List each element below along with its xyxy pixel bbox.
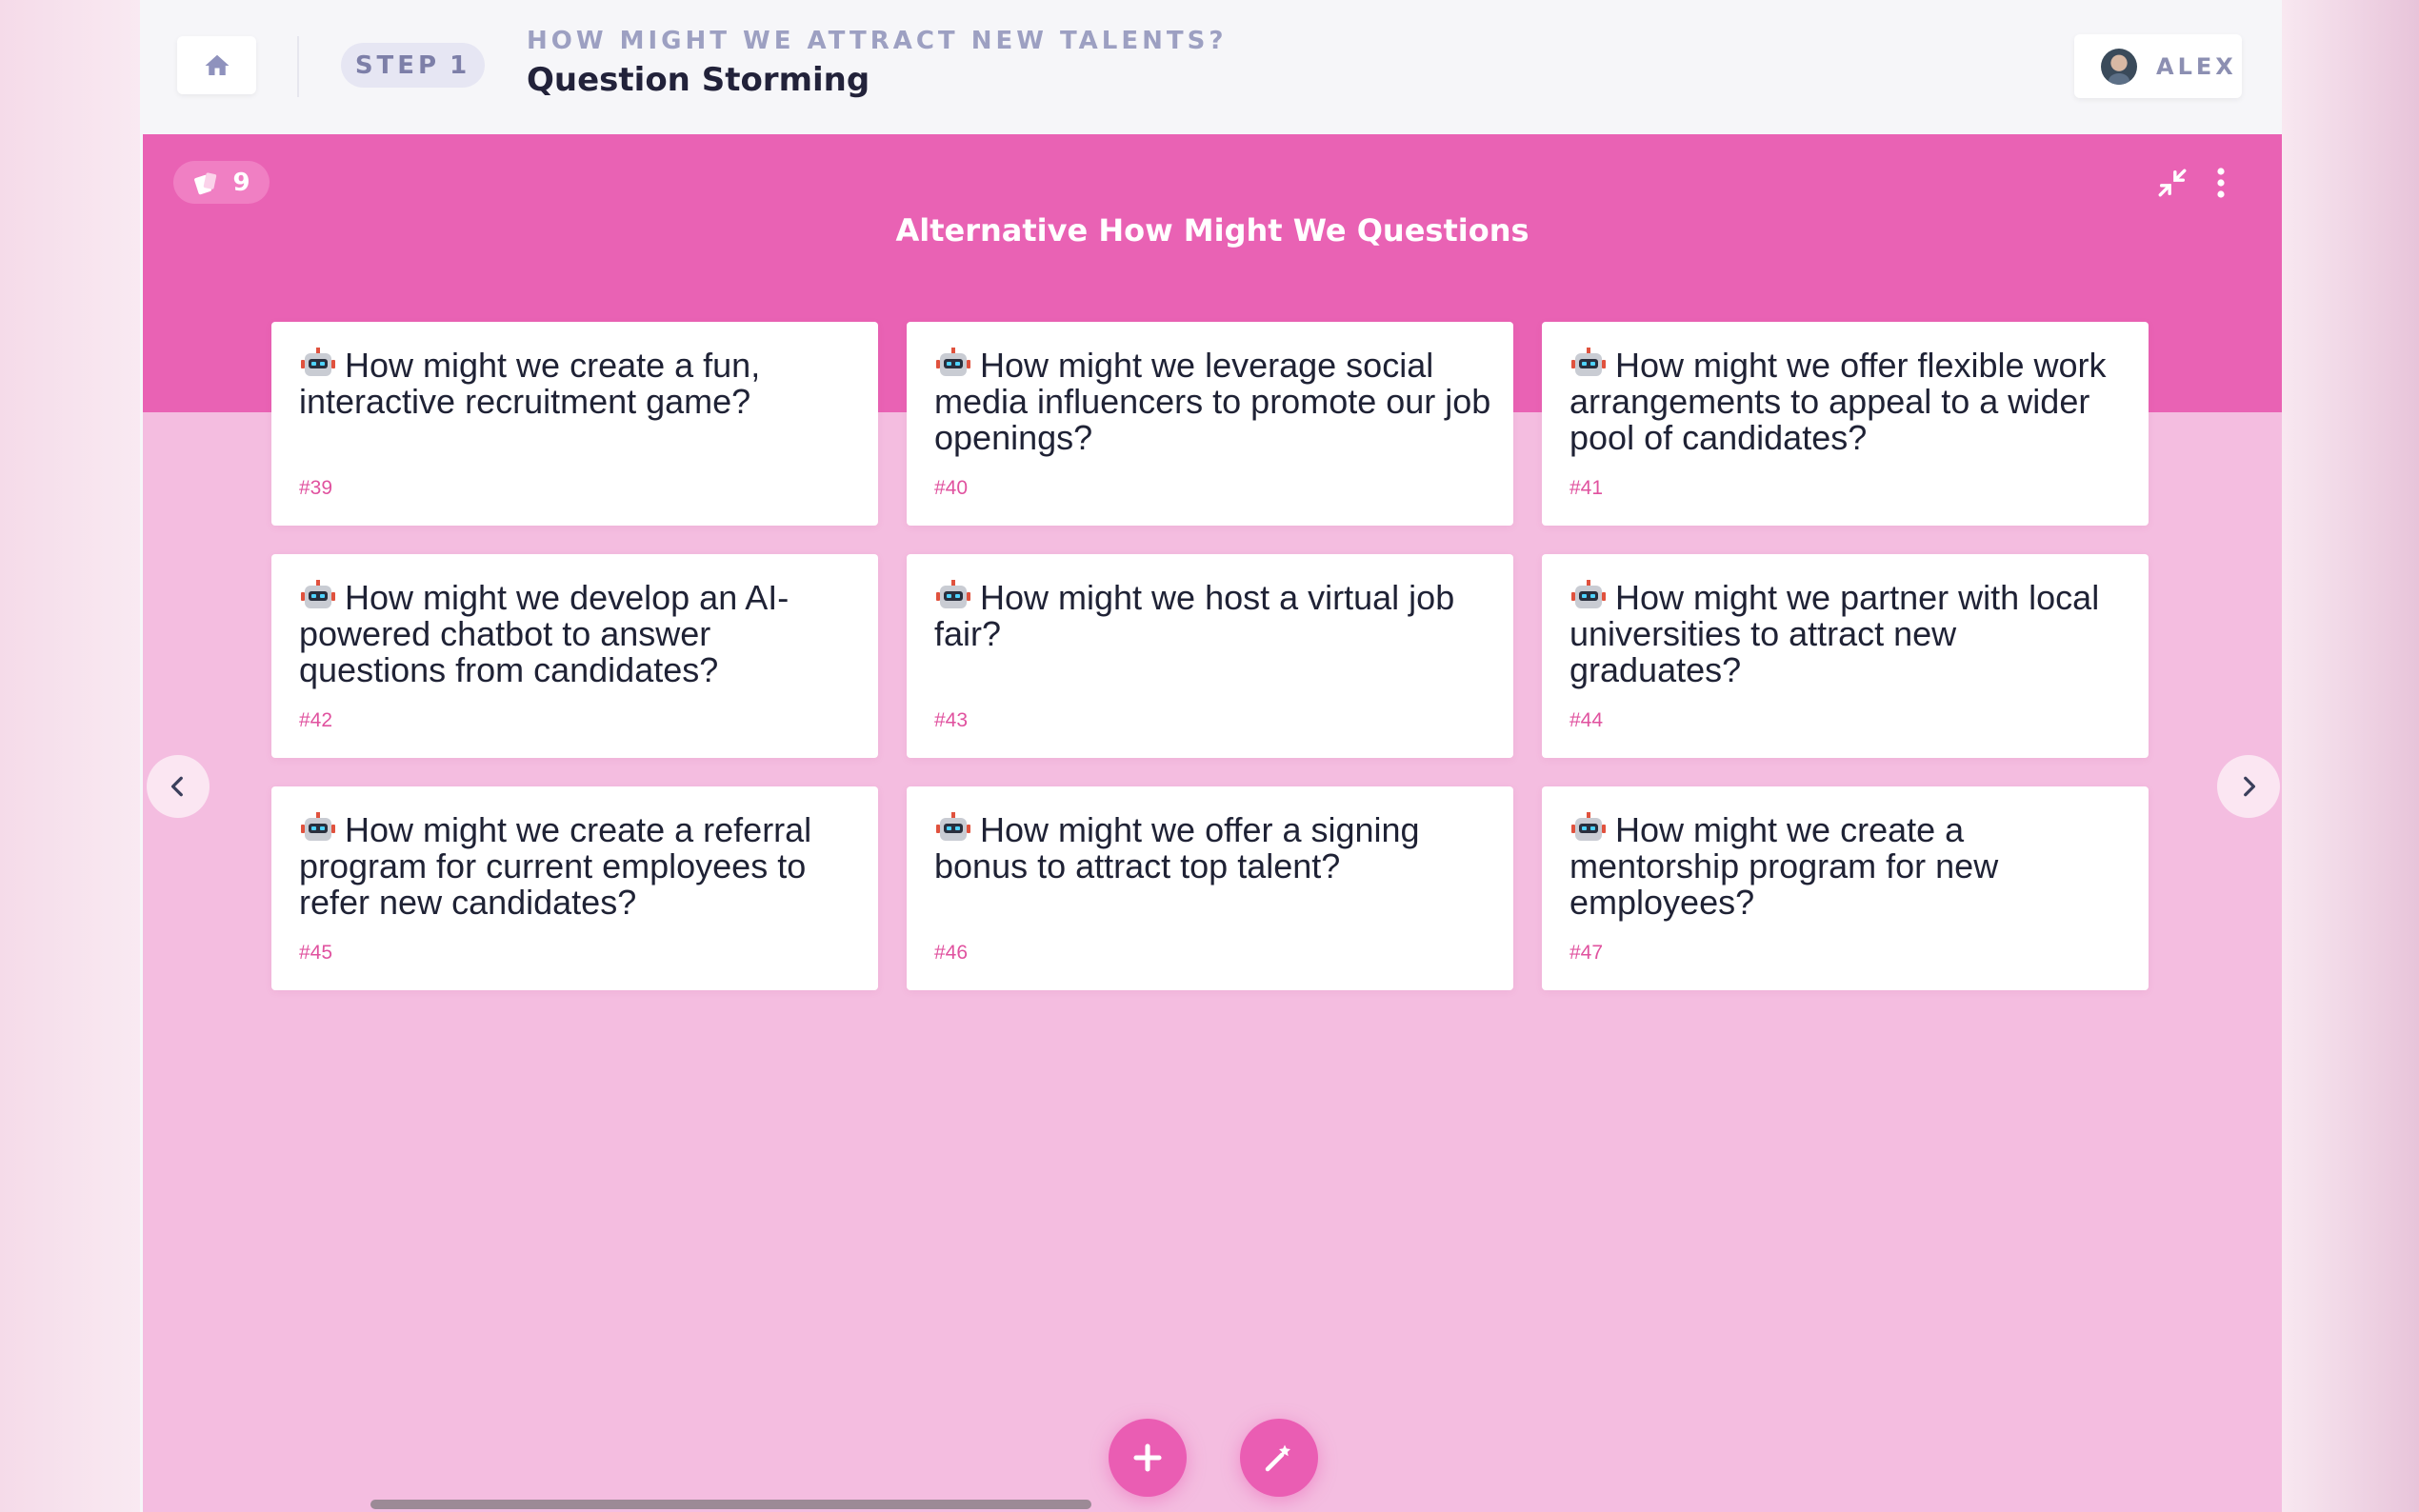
chevron-left-icon bbox=[170, 776, 183, 797]
card-number: #43 bbox=[934, 709, 969, 731]
card-number: #45 bbox=[299, 942, 333, 964]
idea-card[interactable]: How might we partner with local universi… bbox=[1542, 554, 2149, 758]
idea-card[interactable]: How might we leverage social media influ… bbox=[907, 322, 1513, 526]
card-number: #41 bbox=[1569, 477, 1604, 499]
next-page-button[interactable] bbox=[2217, 755, 2280, 818]
header: STEP 1 HOW MIGHT WE ATTRACT NEW TALENTS?… bbox=[140, 0, 2282, 134]
user-menu-button[interactable]: ALEX bbox=[2074, 34, 2242, 98]
robot-icon bbox=[936, 812, 970, 841]
card-text: How might we offer flexible work arrange… bbox=[1569, 346, 2107, 457]
previous-page-button[interactable] bbox=[147, 755, 210, 818]
step-badge: STEP 1 bbox=[341, 43, 485, 88]
collapse-icon[interactable] bbox=[2156, 167, 2189, 199]
card-text: How might we partner with local universi… bbox=[1569, 578, 2100, 689]
avatar bbox=[2101, 48, 2137, 85]
board-title: Alternative How Might We Questions bbox=[895, 212, 1529, 249]
card-number: #44 bbox=[1569, 709, 1604, 731]
more-vertical-icon[interactable] bbox=[2211, 165, 2230, 201]
card-text: How might we create a referral program f… bbox=[299, 810, 812, 922]
step-label: STEP bbox=[354, 50, 441, 80]
idea-card[interactable]: How might we create a mentorship program… bbox=[1542, 786, 2149, 990]
robot-icon bbox=[301, 580, 335, 608]
app-window: STEP 1 HOW MIGHT WE ATTRACT NEW TALENTS?… bbox=[140, 0, 2282, 1512]
robot-icon bbox=[301, 812, 335, 841]
plus-icon bbox=[1133, 1443, 1162, 1472]
challenge-subtitle: HOW MIGHT WE ATTRACT NEW TALENTS? bbox=[527, 27, 1228, 55]
idea-card[interactable]: How might we develop an AI-powered chatb… bbox=[271, 554, 878, 758]
card-text: How might we create a mentorship program… bbox=[1569, 810, 1999, 922]
idea-card[interactable]: How might we offer flexible work arrange… bbox=[1542, 322, 2149, 526]
home-button[interactable] bbox=[177, 36, 256, 94]
magic-wand-icon bbox=[1265, 1444, 1290, 1472]
user-name: ALEX bbox=[2156, 52, 2237, 80]
ai-generate-button[interactable] bbox=[1240, 1419, 1318, 1497]
step-number: 1 bbox=[450, 50, 471, 80]
robot-icon bbox=[301, 348, 335, 376]
card-number: #42 bbox=[299, 709, 333, 731]
chevron-right-icon bbox=[2244, 776, 2256, 797]
card-number: #46 bbox=[934, 942, 969, 964]
card-text: How might we leverage social media influ… bbox=[934, 346, 1491, 457]
home-icon bbox=[205, 54, 229, 75]
card-number: #40 bbox=[934, 477, 969, 499]
card-count-badge[interactable]: 9 bbox=[173, 161, 270, 204]
horizontal-scrollbar[interactable] bbox=[370, 1500, 1091, 1509]
cards-icon bbox=[194, 172, 217, 194]
card-text: How might we host a virtual job fair? bbox=[934, 578, 1455, 653]
board: 9 Alternative How Might We Questions How… bbox=[143, 134, 2282, 1512]
header-divider bbox=[297, 36, 299, 97]
card-number: #47 bbox=[1569, 942, 1604, 964]
idea-card[interactable]: How might we offer a signing bonus to at… bbox=[907, 786, 1513, 990]
card-number: #39 bbox=[299, 477, 333, 499]
robot-icon bbox=[1571, 580, 1606, 608]
card-count: 9 bbox=[232, 168, 250, 197]
card-text: How might we create a fun, interactive r… bbox=[299, 346, 761, 421]
idea-card[interactable]: How might we host a virtual job fair? #4… bbox=[907, 554, 1513, 758]
card-text: How might we develop an AI-powered chatb… bbox=[299, 578, 790, 689]
robot-icon bbox=[936, 348, 970, 376]
robot-icon bbox=[936, 580, 970, 608]
add-card-button[interactable] bbox=[1109, 1419, 1187, 1497]
robot-icon bbox=[1571, 812, 1606, 841]
page-title: Question Storming bbox=[527, 61, 870, 99]
idea-card[interactable]: How might we create a fun, interactive r… bbox=[271, 322, 878, 526]
robot-icon bbox=[1571, 348, 1606, 376]
card-text: How might we offer a signing bonus to at… bbox=[934, 810, 1420, 885]
idea-card[interactable]: How might we create a referral program f… bbox=[271, 786, 878, 990]
